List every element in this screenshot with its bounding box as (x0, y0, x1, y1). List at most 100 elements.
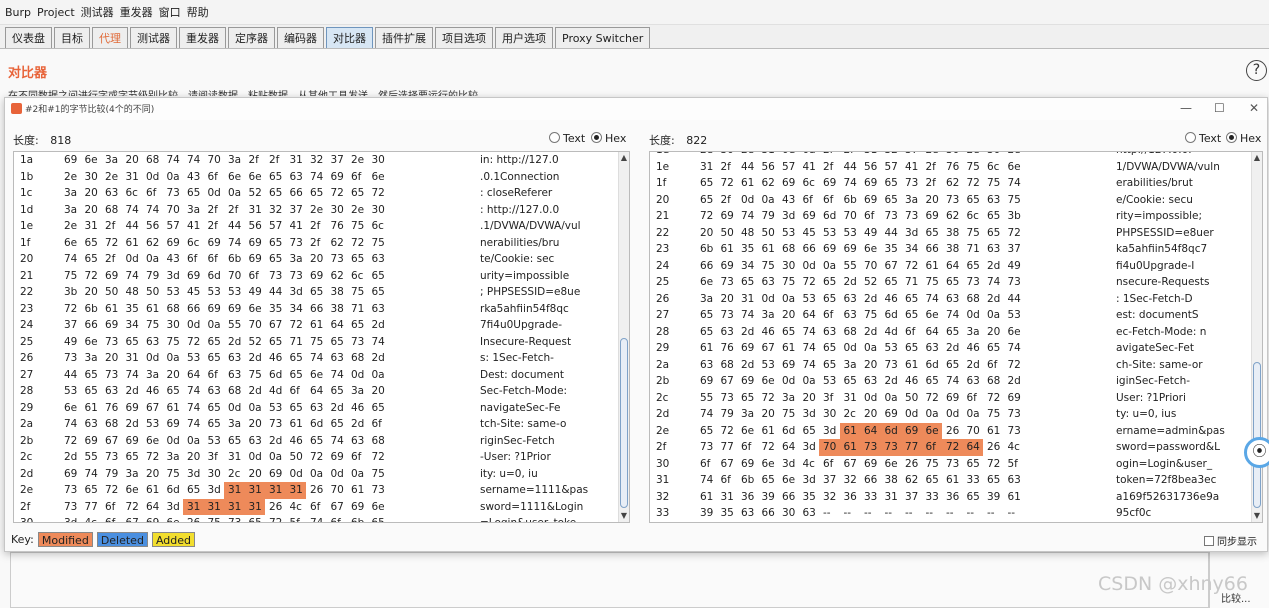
hex-byte[interactable]: 6e (122, 482, 143, 499)
hex-byte[interactable]: 38 (327, 301, 348, 318)
hex-byte[interactable]: 68 (142, 152, 163, 169)
hex-byte[interactable]: 67 (717, 456, 738, 473)
hex-byte[interactable]: 2f (245, 152, 266, 169)
hex-byte[interactable]: 65 (265, 251, 286, 268)
hex-byte[interactable]: 69 (737, 373, 758, 390)
hex-byte[interactable]: 6e (737, 423, 758, 440)
hex-byte[interactable]: 32 (306, 152, 327, 169)
hex-byte[interactable]: 3d (163, 268, 184, 285)
hex-byte[interactable]: 69 (778, 175, 799, 192)
hex-byte[interactable]: 65 (347, 251, 368, 268)
hex-byte[interactable]: 3b (60, 284, 81, 301)
hex-byte[interactable]: 65 (245, 515, 266, 522)
hex-byte[interactable]: 2e (347, 152, 368, 169)
hex-byte[interactable]: 67 (840, 456, 861, 473)
help-icon[interactable]: ? (1246, 60, 1267, 81)
hex-byte[interactable]: 48 (122, 284, 143, 301)
close-icon[interactable]: ✕ (1249, 101, 1259, 115)
hex-byte[interactable]: 65 (347, 317, 368, 334)
hex-byte[interactable]: 3d (778, 208, 799, 225)
hex-byte[interactable]: 6f (696, 456, 717, 473)
hex-byte[interactable]: 35 (881, 241, 902, 258)
hex-byte[interactable]: 65 (224, 433, 245, 450)
hex-byte[interactable]: 3d (778, 456, 799, 473)
hex-byte[interactable]: 36 (840, 489, 861, 506)
hex-byte[interactable]: 65 (163, 383, 184, 400)
hex-byte[interactable]: 68 (963, 291, 984, 308)
hex-byte[interactable]: 68 (983, 373, 1004, 390)
hex-byte[interactable]: 68 (840, 324, 861, 341)
hex-byte[interactable]: 0a (819, 258, 840, 275)
hex-byte[interactable]: 73 (265, 416, 286, 433)
hex-byte[interactable]: 31 (286, 152, 307, 169)
hex-byte[interactable]: 66 (183, 301, 204, 318)
hex-byte[interactable]: 20 (245, 416, 266, 433)
hex-byte[interactable]: 2f (922, 159, 943, 176)
hex-byte[interactable]: -- (901, 505, 922, 522)
hex-byte[interactable]: 2f (306, 218, 327, 235)
hex-byte[interactable]: 61 (142, 482, 163, 499)
hex-byte[interactable]: 31 (224, 449, 245, 466)
hex-byte[interactable]: 6f (183, 251, 204, 268)
hex-byte[interactable]: 39 (983, 489, 1004, 506)
hex-byte[interactable]: 38 (881, 472, 902, 489)
hex-byte[interactable]: 74 (942, 307, 963, 324)
hex-byte[interactable]: 73 (880, 439, 901, 456)
hex-byte[interactable]: 69 (819, 175, 840, 192)
hex-byte[interactable]: 65 (327, 383, 348, 400)
hex-byte[interactable]: 74 (306, 350, 327, 367)
hex-byte[interactable]: 3d (60, 515, 81, 522)
hex-byte[interactable]: 0d (163, 433, 184, 450)
hex-byte[interactable]: 3a (60, 202, 81, 219)
hex-byte[interactable]: 6e (60, 235, 81, 252)
hex-byte[interactable]: 63 (922, 340, 943, 357)
hex-byte[interactable]: 32 (819, 489, 840, 506)
hex-byte[interactable]: 2f (265, 152, 286, 169)
hex-byte[interactable]: 61 (286, 416, 307, 433)
hex-byte[interactable]: 35 (265, 301, 286, 318)
tab-comparer[interactable]: 对比器 (326, 27, 373, 48)
hex-byte[interactable]: 44 (840, 159, 861, 176)
hex-byte[interactable]: 73 (1004, 274, 1025, 291)
hex-byte[interactable]: 73 (286, 268, 307, 285)
hex-byte[interactable]: 73 (696, 439, 717, 456)
hex-byte[interactable]: 65 (983, 208, 1004, 225)
hex-byte[interactable]: 65 (819, 357, 840, 374)
menu-intruder[interactable]: 测试器 (81, 4, 114, 20)
hex-byte[interactable]: 2f (717, 192, 738, 209)
hex-byte[interactable]: 6c (122, 185, 143, 202)
hex-byte[interactable]: 6c (983, 159, 1004, 176)
hex-byte[interactable]: 6c (368, 218, 389, 235)
hex-byte[interactable]: 65 (204, 334, 225, 351)
hex-byte[interactable]: 65 (881, 192, 902, 209)
sync-checkbox-box[interactable] (1204, 536, 1214, 546)
hex-byte[interactable]: 65 (963, 489, 984, 506)
hex-byte[interactable]: 69 (717, 258, 738, 275)
hex-byte[interactable]: 69 (819, 241, 840, 258)
hex-byte[interactable]: 44 (881, 225, 902, 242)
scroll-down-icon[interactable]: ▼ (1252, 511, 1262, 521)
hex-byte[interactable]: 31 (244, 482, 265, 499)
hex-byte[interactable]: 2d (840, 274, 861, 291)
hex-byte[interactable]: 65 (881, 175, 902, 192)
hex-byte[interactable]: 77 (81, 499, 102, 516)
hex-byte[interactable]: 3d (204, 482, 225, 499)
hex-byte[interactable]: 6e (921, 422, 942, 439)
hex-byte[interactable]: 34 (122, 317, 143, 334)
hex-byte[interactable]: 63 (142, 334, 163, 351)
hex-byte[interactable]: 75 (860, 307, 881, 324)
hex-byte[interactable]: 69 (901, 422, 922, 439)
hex-byte[interactable]: 6e (306, 367, 327, 384)
minimize-icon[interactable]: — (1180, 101, 1192, 115)
hex-byte[interactable]: 6f (101, 515, 122, 522)
floating-assistant-icon[interactable]: ⦿ (1244, 437, 1269, 468)
left-scrollbar[interactable]: ▲ ▼ (618, 152, 629, 522)
hex-byte[interactable]: 2f (204, 218, 225, 235)
hex-byte[interactable]: 26 (306, 482, 327, 499)
hex-byte[interactable]: 2d (737, 357, 758, 374)
hex-byte[interactable]: 63 (245, 433, 266, 450)
hex-byte[interactable]: 63 (696, 357, 717, 374)
hex-byte[interactable]: 0d (142, 169, 163, 186)
hex-byte[interactable]: 65 (122, 334, 143, 351)
hex-byte[interactable]: 38 (942, 241, 963, 258)
